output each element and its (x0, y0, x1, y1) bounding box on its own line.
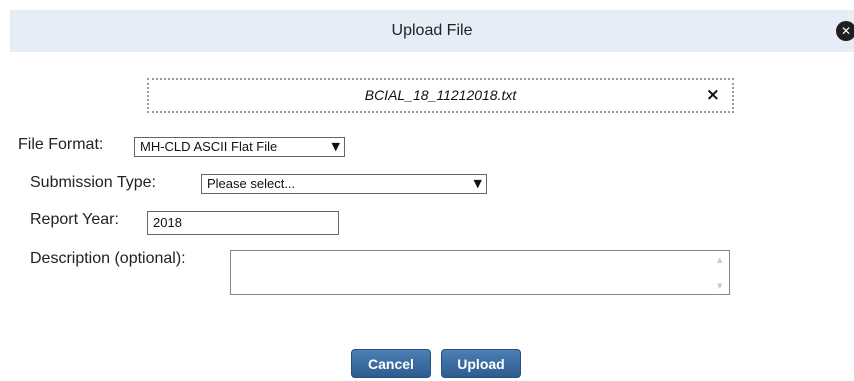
description-label: Description (optional): (30, 250, 186, 267)
selected-file-box[interactable]: BCIAL_18_11212018.txt × (147, 78, 734, 113)
dialog-title-bar: Upload File (10, 10, 854, 52)
file-format-label: File Format: (18, 136, 104, 153)
file-format-value: MH-CLD ASCII Flat File (140, 139, 278, 154)
close-circle-icon[interactable]: ✕ (836, 21, 854, 41)
textarea-scrollbar[interactable]: ▲ ▼ (715, 254, 725, 292)
close-icon[interactable]: × (706, 80, 720, 111)
chevron-down-icon: ▼ (331, 140, 340, 153)
dialog-title: Upload File (391, 22, 473, 39)
file-format-select[interactable]: MH-CLD ASCII Flat File ▼ (134, 137, 345, 157)
scroll-up-icon[interactable]: ▲ (717, 256, 722, 264)
selected-file-name: BCIAL_18_11212018.txt (364, 87, 517, 103)
report-year-input[interactable]: 2018 (147, 211, 339, 235)
cancel-button[interactable]: Cancel (351, 349, 431, 378)
upload-file-dialog: Upload File ✕ BCIAL_18_11212018.txt × Fi… (0, 0, 854, 381)
submission-type-label: Submission Type: (30, 174, 156, 191)
upload-button[interactable]: Upload (441, 349, 521, 378)
scroll-down-icon[interactable]: ▼ (717, 282, 722, 290)
submission-type-select[interactable]: Please select... ▼ (201, 174, 487, 194)
description-textarea[interactable]: ▲ ▼ (230, 250, 730, 295)
submission-type-value: Please select... (207, 176, 296, 191)
report-year-label: Report Year: (30, 211, 119, 228)
chevron-down-icon: ▼ (473, 177, 482, 190)
